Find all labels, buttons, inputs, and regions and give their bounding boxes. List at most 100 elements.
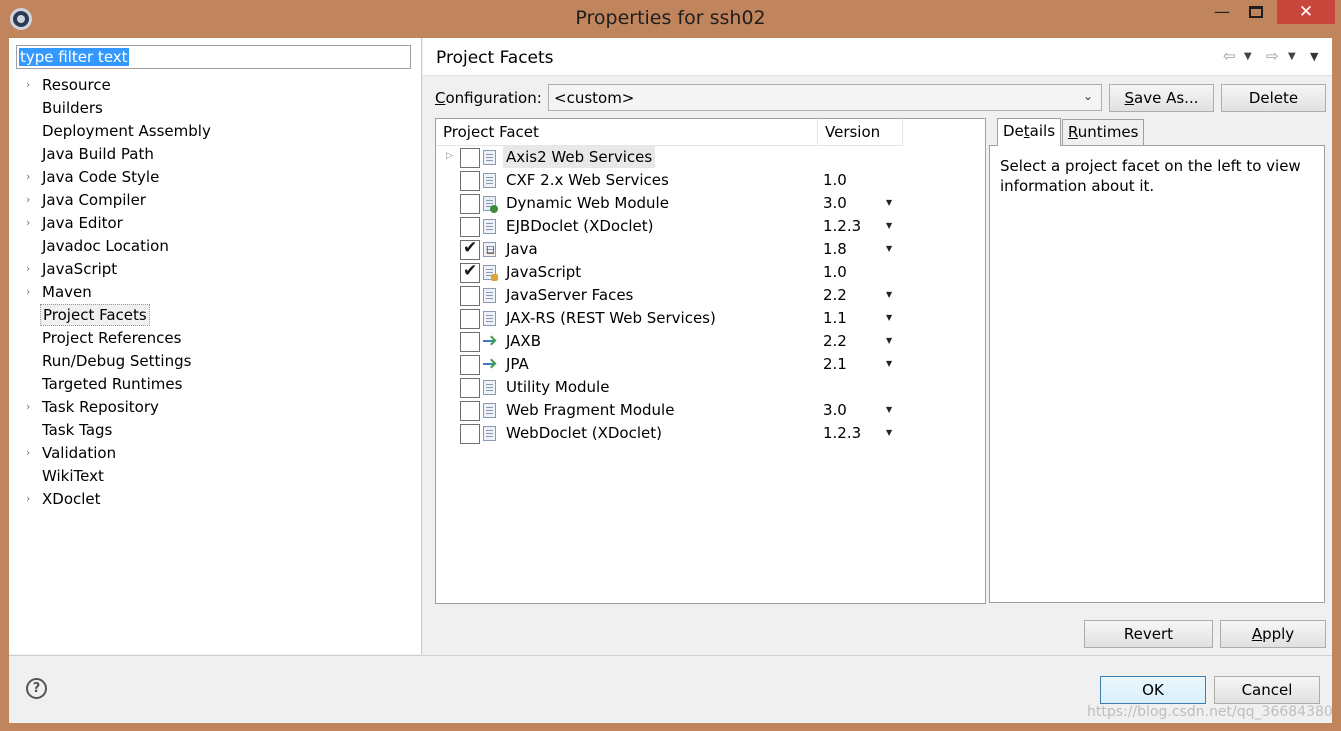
sidebar-item[interactable]: Targeted Runtimes xyxy=(9,373,421,396)
version-dropdown-icon[interactable]: ▼ xyxy=(886,336,892,345)
help-icon[interactable]: ? xyxy=(26,678,47,699)
sidebar-item[interactable]: Project Facets xyxy=(9,304,421,327)
back-dropdown-icon[interactable]: ▼ xyxy=(1244,51,1252,62)
configuration-select[interactable]: <custom> ⌄ xyxy=(548,84,1102,111)
version-dropdown-icon[interactable]: ▼ xyxy=(886,428,892,437)
ok-button[interactable]: OK xyxy=(1100,676,1206,704)
facet-checkbox[interactable] xyxy=(460,171,480,191)
facet-checkbox[interactable] xyxy=(460,309,480,329)
version-dropdown-icon[interactable]: ▼ xyxy=(886,405,892,414)
table-row[interactable]: EJBDoclet (XDoclet) 1.2.3 ▼ xyxy=(436,215,985,238)
back-arrow-icon[interactable]: ⇦ xyxy=(1223,47,1236,65)
chevron-right-icon[interactable]: › xyxy=(26,442,36,464)
save-as-button[interactable]: Save As... xyxy=(1109,84,1214,112)
sidebar-item[interactable]: › Java Code Style xyxy=(9,166,421,189)
view-menu-icon[interactable]: ▼ xyxy=(1310,50,1318,63)
chevron-right-icon[interactable]: › xyxy=(26,166,36,188)
sidebar-item[interactable]: Task Tags xyxy=(9,419,421,442)
version-dropdown-icon[interactable]: ▼ xyxy=(886,198,892,207)
forward-dropdown-icon[interactable]: ▼ xyxy=(1288,51,1296,62)
sidebar-item[interactable]: Javadoc Location xyxy=(9,235,421,258)
sidebar-item[interactable]: Project References xyxy=(9,327,421,350)
table-row[interactable]: JAXB 2.2 ▼ xyxy=(436,330,985,353)
facet-version[interactable]: 2.2 xyxy=(823,330,847,352)
window-titlebar[interactable]: Properties for ssh02 — ✕ xyxy=(0,0,1341,38)
sidebar-item[interactable]: Java Build Path xyxy=(9,143,421,166)
sidebar-item[interactable]: Deployment Assembly xyxy=(9,120,421,143)
table-row[interactable]: WebDoclet (XDoclet) 1.2.3 ▼ xyxy=(436,422,985,445)
facet-checkbox[interactable] xyxy=(460,355,480,375)
facet-version[interactable]: 3.0 xyxy=(823,399,847,421)
sidebar-item[interactable]: Run/Debug Settings xyxy=(9,350,421,373)
delete-button[interactable]: Delete xyxy=(1221,84,1326,112)
facet-checkbox[interactable]: ✔ xyxy=(460,238,480,260)
apply-button[interactable]: Apply xyxy=(1220,620,1326,648)
table-row[interactable]: CXF 2.x Web Services 1.0 xyxy=(436,169,985,192)
table-row[interactable]: Dynamic Web Module 3.0 ▼ xyxy=(436,192,985,215)
facet-checkbox[interactable] xyxy=(460,401,480,421)
table-row[interactable]: ▷ Axis2 Web Services xyxy=(436,146,985,169)
facet-version[interactable]: 1.2.3 xyxy=(823,422,861,444)
facet-version[interactable]: 3.0 xyxy=(823,192,847,214)
version-dropdown-icon[interactable]: ▼ xyxy=(886,359,892,368)
expand-icon[interactable]: ▷ xyxy=(446,151,453,161)
sidebar-item[interactable]: › Java Compiler xyxy=(9,189,421,212)
facet-checkbox[interactable] xyxy=(460,378,480,398)
facet-version[interactable]: 2.1 xyxy=(823,353,847,375)
facet-checkbox[interactable] xyxy=(460,217,480,237)
facet-version[interactable]: 1.8 xyxy=(823,238,847,260)
facet-version[interactable]: 1.1 xyxy=(823,307,847,329)
chevron-right-icon[interactable]: › xyxy=(26,281,36,303)
column-header-version[interactable]: Version xyxy=(818,119,903,146)
facet-checkbox[interactable] xyxy=(460,148,480,168)
sidebar-item[interactable]: › JavaScript xyxy=(9,258,421,281)
sidebar-item[interactable]: › Maven xyxy=(9,281,421,304)
table-row[interactable]: Web Fragment Module 3.0 ▼ xyxy=(436,399,985,422)
facet-checkbox[interactable]: ✔ xyxy=(460,261,480,283)
cancel-button[interactable]: Cancel xyxy=(1214,676,1320,704)
facet-version[interactable]: 2.2 xyxy=(823,284,847,306)
sidebar-item-label: Task Tags xyxy=(42,421,113,439)
column-header-facet[interactable]: Project Facet xyxy=(436,119,818,146)
table-row[interactable]: JavaServer Faces 2.2 ▼ xyxy=(436,284,985,307)
sidebar-item[interactable]: › Task Repository xyxy=(9,396,421,419)
sidebar-item[interactable]: › Validation xyxy=(9,442,421,465)
sidebar-item[interactable]: › Resource xyxy=(9,74,421,97)
table-row[interactable]: JAX-RS (REST Web Services) 1.1 ▼ xyxy=(436,307,985,330)
facet-version[interactable]: 1.0 xyxy=(823,169,847,191)
table-row[interactable]: JPA 2.1 ▼ xyxy=(436,353,985,376)
sidebar-item[interactable]: Builders xyxy=(9,97,421,120)
checkmark-icon: ✔ xyxy=(463,238,478,258)
facet-checkbox[interactable] xyxy=(460,424,480,444)
version-dropdown-icon[interactable]: ▼ xyxy=(886,290,892,299)
sidebar-item[interactable]: › XDoclet xyxy=(9,488,421,511)
facet-checkbox[interactable] xyxy=(460,332,480,352)
chevron-right-icon[interactable]: › xyxy=(26,74,36,96)
property-page-tree: › Resource Builders Deployment Assembly Java… xyxy=(9,74,421,511)
facet-version[interactable]: 1.2.3 xyxy=(823,215,861,237)
minimize-button[interactable]: — xyxy=(1205,0,1239,26)
sidebar-item[interactable]: WikiText xyxy=(9,465,421,488)
chevron-right-icon[interactable]: › xyxy=(26,189,36,211)
facet-checkbox[interactable] xyxy=(460,194,480,214)
chevron-right-icon[interactable]: › xyxy=(26,258,36,280)
table-row[interactable]: Utility Module xyxy=(436,376,985,399)
maximize-button[interactable] xyxy=(1239,0,1273,26)
filter-input[interactable]: type filter text xyxy=(16,45,411,69)
tab-runtimes[interactable]: Runtimes xyxy=(1062,119,1145,145)
facet-checkbox[interactable] xyxy=(460,286,480,306)
version-dropdown-icon[interactable]: ▼ xyxy=(886,244,892,253)
tab-details[interactable]: Details xyxy=(997,118,1062,146)
chevron-right-icon[interactable]: › xyxy=(26,212,36,234)
close-button[interactable]: ✕ xyxy=(1277,0,1335,24)
version-dropdown-icon[interactable]: ▼ xyxy=(886,313,892,322)
forward-arrow-icon[interactable]: ⇨ xyxy=(1266,47,1279,65)
revert-button[interactable]: Revert xyxy=(1084,620,1213,648)
facet-version[interactable]: 1.0 xyxy=(823,261,847,283)
sidebar-item[interactable]: › Java Editor xyxy=(9,212,421,235)
chevron-right-icon[interactable]: › xyxy=(26,396,36,418)
table-row[interactable]: ✔ Java 1.8 ▼ xyxy=(436,238,985,261)
version-dropdown-icon[interactable]: ▼ xyxy=(886,221,892,230)
table-row[interactable]: ✔ JavaScript 1.0 xyxy=(436,261,985,284)
chevron-right-icon[interactable]: › xyxy=(26,488,36,510)
